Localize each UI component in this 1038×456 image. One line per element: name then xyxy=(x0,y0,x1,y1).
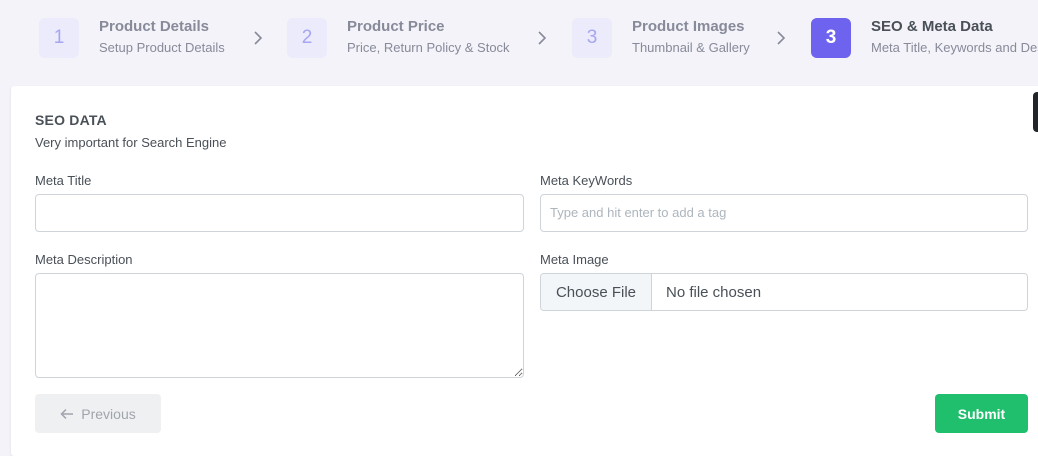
meta-image-label: Meta Image xyxy=(540,252,609,267)
step-product-details[interactable]: 1 Product Details Setup Product Details xyxy=(39,18,225,58)
meta-description-textarea[interactable] xyxy=(35,273,524,378)
step-number: 1 xyxy=(39,18,79,58)
section-title: SEO DATA xyxy=(35,112,107,128)
file-status-text: No file chosen xyxy=(666,283,762,301)
submit-button[interactable]: Submit xyxy=(935,394,1028,433)
chevron-right-icon xyxy=(254,31,263,45)
step-product-images[interactable]: 3 Product Images Thumbnail & Gallery xyxy=(572,18,750,58)
chevron-right-icon xyxy=(777,31,786,45)
meta-keywords-placeholder: Type and hit enter to add a tag xyxy=(550,205,727,220)
step-title: Product Images xyxy=(632,18,745,35)
step-seo-meta-data[interactable]: 3 SEO & Meta Data Meta Title, Keywords a… xyxy=(811,18,1038,58)
arrow-left-icon xyxy=(60,408,74,419)
meta-image-file-input[interactable]: Choose File No file chosen xyxy=(540,273,1028,311)
step-title: Product Details xyxy=(99,18,210,35)
choose-file-button[interactable]: Choose File xyxy=(541,274,652,310)
step-number: 3 xyxy=(811,18,851,58)
previous-button-label: Previous xyxy=(81,405,136,422)
side-panel-toggle[interactable] xyxy=(1033,92,1038,132)
step-number: 3 xyxy=(572,18,612,58)
step-title: Product Price xyxy=(347,18,445,35)
section-subtitle: Very important for Search Engine xyxy=(35,135,227,150)
step-subtitle: Thumbnail & Gallery xyxy=(632,40,750,55)
previous-button[interactable]: Previous xyxy=(35,394,161,433)
step-subtitle: Setup Product Details xyxy=(99,40,225,55)
step-subtitle: Price, Return Policy & Stock xyxy=(347,40,510,55)
wizard-stepper: 1 Product Details Setup Product Details … xyxy=(0,0,1038,78)
step-number: 2 xyxy=(287,18,327,58)
step-subtitle: Meta Title, Keywords and Description xyxy=(871,40,1038,55)
meta-keywords-label: Meta KeyWords xyxy=(540,173,633,188)
step-product-price[interactable]: 2 Product Price Price, Return Policy & S… xyxy=(287,18,510,58)
meta-title-label: Meta Title xyxy=(35,173,92,188)
step-title: SEO & Meta Data xyxy=(871,18,993,35)
meta-title-input[interactable] xyxy=(35,194,524,232)
meta-keywords-tag-input[interactable]: Type and hit enter to add a tag xyxy=(540,194,1028,232)
meta-description-label: Meta Description xyxy=(35,252,133,267)
chevron-right-icon xyxy=(538,31,547,45)
